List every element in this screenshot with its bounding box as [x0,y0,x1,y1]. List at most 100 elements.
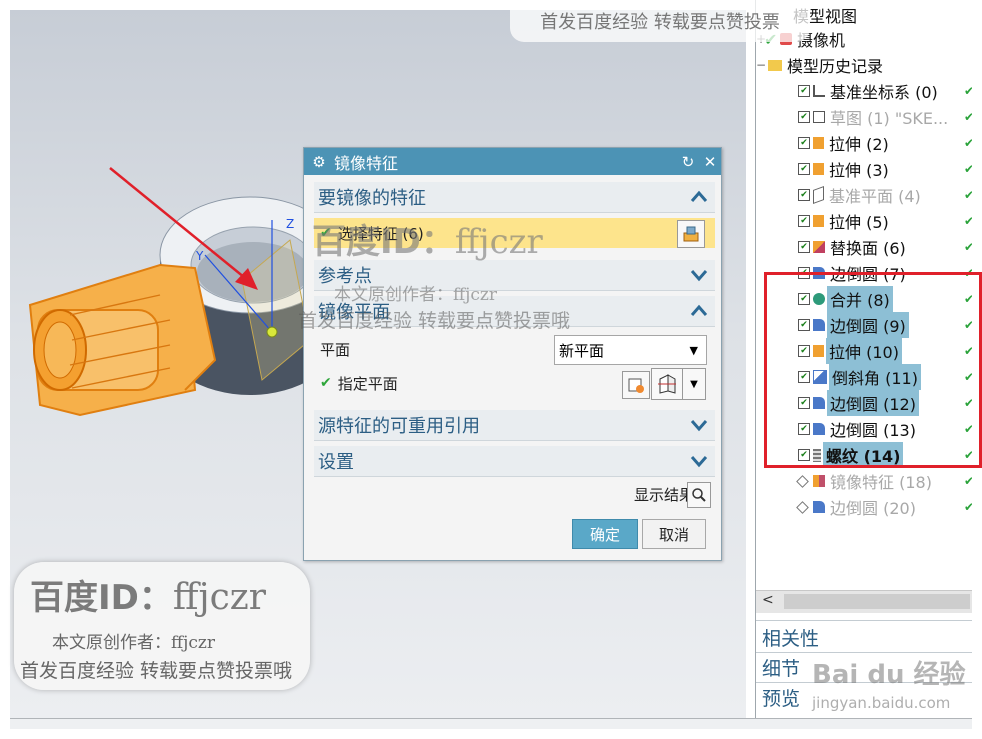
tree-item-extrude-2[interactable]: ✔ 拉伸 (2) ✔ [756,130,972,156]
tree-item-extrude-5[interactable]: ✔ 拉伸 (5) ✔ [756,208,972,234]
check-icon: ✔ [320,375,332,391]
section-settings-header[interactable]: 设置 [314,446,715,477]
datum-plane-icon [813,185,824,205]
status-check-icon: ✔ [964,110,972,124]
suppressed-icon[interactable] [796,500,809,514]
panel-preview[interactable]: 预览 [762,684,800,711]
collapse-icon[interactable]: − [756,58,766,72]
baidu-logo: Bai du 经验 [812,660,966,690]
section-reusable-refs-label: 源特征的可重用引用 [318,416,480,437]
tree-item-label: 边倒圆 (20) [830,499,916,518]
svg-text:Z: Z [286,217,294,231]
baidu-url: jingyan.baidu.com [812,694,951,712]
tree-item-mirror-feature[interactable]: 镜像特征 (18) ✔ [756,468,972,494]
edge-blend-icon [813,501,825,513]
scroll-thumb[interactable] [784,594,970,609]
checkbox-icon[interactable]: ✔ [798,163,810,175]
folder-icon [768,59,782,71]
watermark-id-value: ffjczr [172,577,266,618]
section-features-header[interactable]: 要镜像的特征 [314,182,715,213]
gear-icon[interactable]: ⚙ [304,153,334,171]
watermark-tagline: 首发百度经验 转载要点赞投票哦 [20,660,293,682]
tree-item-label: 基准平面 (4) [829,187,921,206]
chevron-up-icon [690,190,708,202]
replace-face-icon [813,241,825,253]
watermark-center: 百度ID：ffjczr 本文原创作者：ffjczr 首发百度经验 转载要点赞投票… [298,210,598,340]
plane-dropdown-value: 新平面 [559,341,605,360]
tree-item-label: 替换面 (6) [830,239,906,258]
panel-details[interactable]: 细节 [762,654,800,681]
origin-point [266,326,278,338]
plane-type-dropdown[interactable]: ▼ [682,368,706,400]
checkbox-icon[interactable]: ✔ [798,137,810,149]
reset-icon[interactable]: ↻ [677,153,699,171]
svg-text:Y: Y [195,249,204,263]
suppressed-icon[interactable] [796,474,809,488]
checkbox-icon[interactable]: ✔ [798,215,810,227]
sketch-icon [813,111,825,123]
extrude-icon [813,137,824,149]
highlight-box [764,272,982,468]
extrude-icon [813,215,824,227]
extrude-icon [813,163,824,175]
checkbox-icon[interactable]: ✔ [798,241,810,253]
checkbox-icon[interactable]: ✔ [798,111,810,123]
show-result-button[interactable] [687,482,711,508]
scroll-left-icon[interactable]: < [762,592,774,608]
watermark-id-prefix: 百度ID： [30,578,173,618]
chevron-down-icon [690,420,708,432]
panel-dependencies[interactable]: 相关性 [762,624,819,651]
specify-plane-label: 指定平面 [337,374,398,393]
dropdown-arrow-icon: ▼ [690,378,698,390]
watermark-top: 首发百度经验 转载要点赞投票 [510,0,810,42]
close-icon[interactable]: ✕ [699,153,721,171]
plane-dialog-button[interactable] [622,371,650,399]
watermark-badge: 百度ID：ffjczr 本文原创作者：ffjczr 首发百度经验 转载要点赞投票… [14,562,310,690]
mirror-feature-icon [813,475,825,487]
plane-icon [628,378,644,393]
dropdown-arrow-icon: ▼ [689,343,698,357]
status-check-icon: ✔ [964,240,972,254]
select-feature-button[interactable] [677,220,705,248]
ok-button[interactable]: 确定 [572,519,638,549]
tree-item-model-history[interactable]: − 模型历史记录 [756,52,972,78]
tree-item-extrude-3[interactable]: ✔ 拉伸 (3) ✔ [756,156,972,182]
dialog-title: 镜像特征 [334,153,399,173]
show-result-row: 显示结果 [604,480,694,508]
checkbox-icon[interactable]: ✔ [798,189,810,201]
inferred-plane-icon [658,374,676,394]
tree-item-label: 镜像特征 (18) [830,473,932,492]
tree-item-edge-blend-20[interactable]: 边倒圆 (20) ✔ [756,494,972,520]
status-check-icon: ✔ [964,214,972,228]
watermark-author: 本文原创作者：ffjczr [52,633,215,653]
section-features-label: 要镜像的特征 [318,188,426,209]
chevron-down-icon [690,270,708,282]
status-check-icon: ✔ [964,136,972,150]
cancel-button[interactable]: 取消 [642,519,706,549]
tree-item-label: 拉伸 (5) [829,213,889,232]
magnifier-icon [692,488,706,502]
tree-item-label: 模型历史记录 [787,57,884,76]
plane-type-button[interactable] [651,368,683,400]
orange-handle [28,263,217,417]
section-reusable-refs-header[interactable]: 源特征的可重用引用 [314,410,715,441]
status-check-icon: ✔ [964,500,972,514]
tree-item-sketch[interactable]: ✔ 草图 (1) "SKE... ✔ [756,104,972,130]
checkbox-icon[interactable]: ✔ [798,85,810,97]
horizontal-scrollbar[interactable]: < [756,590,972,613]
status-check-icon: ✔ [964,162,972,176]
watermark-author: 本文原创作者：ffjczr [334,285,497,305]
status-check-icon: ✔ [964,84,972,98]
watermark-baidu-logo: Bai du 经验 jingyan.baidu.com [812,640,982,720]
tree-item-datum-plane[interactable]: ✔ 基准平面 (4) ✔ [756,182,972,208]
chevron-down-icon [690,456,708,468]
status-check-icon: ✔ [964,188,972,202]
dialog-titlebar: ⚙ 镜像特征 ↻ ✕ [304,148,721,175]
tree-item-replace-face[interactable]: ✔ 替换面 (6) ✔ [756,234,972,260]
plane-label: 平面 [320,340,351,359]
tree-item-label: 拉伸 (3) [829,161,889,180]
tree-item-datum-csys[interactable]: ✔ 基准坐标系 (0) ✔ [756,78,972,104]
chevron-up-icon [690,304,708,316]
tree-item-label: 基准坐标系 (0) [830,83,938,102]
tree-item-label: 草图 (1) "SKE... [830,109,949,128]
